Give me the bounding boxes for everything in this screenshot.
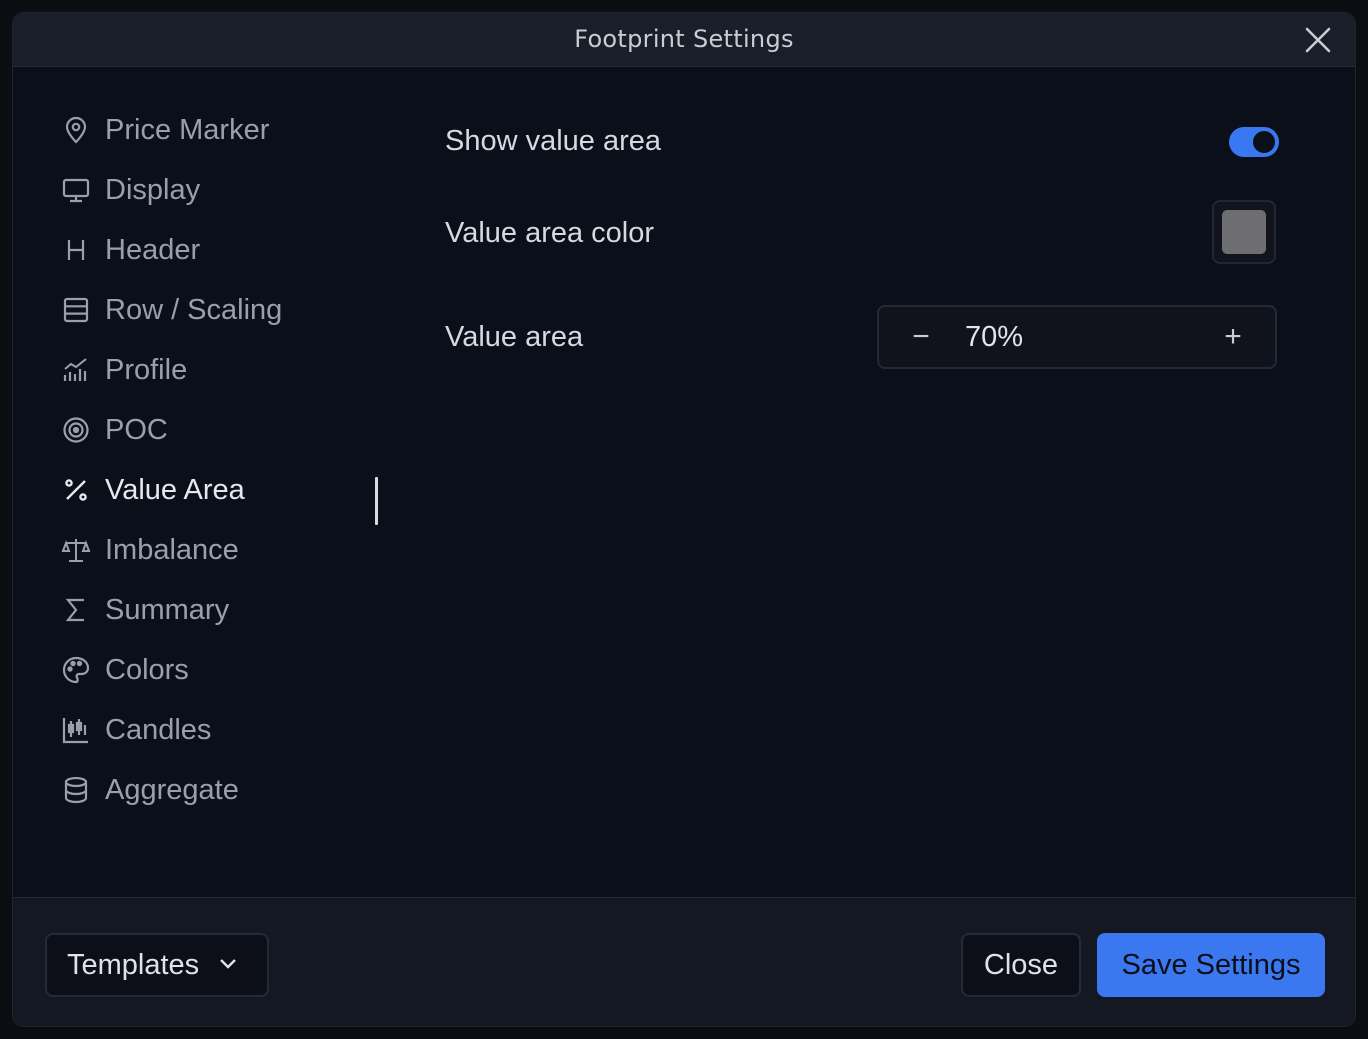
sidebar-item-label: POC (105, 413, 168, 446)
sidebar-item-label: Profile (105, 353, 188, 386)
sigma-icon (59, 593, 93, 627)
database-icon (59, 773, 93, 807)
sidebar-item-imbalance[interactable]: Imbalance (59, 527, 379, 573)
sidebar-item-label: Colors (105, 653, 189, 686)
show-value-area-toggle[interactable] (1229, 127, 1279, 157)
sidebar-item-value-area[interactable]: Value Area (59, 467, 379, 513)
percent-icon (59, 473, 93, 507)
templates-dropdown[interactable]: Templates (45, 933, 269, 997)
sidebar-item-display[interactable]: Display (59, 167, 379, 213)
settings-sidebar: Price Marker Display Header Row / Scalin… (13, 67, 393, 897)
footprint-settings-dialog: Footprint Settings Price Marker Display … (12, 12, 1356, 1027)
templates-label: Templates (67, 948, 200, 981)
sidebar-item-aggregate[interactable]: Aggregate (59, 767, 379, 813)
show-value-area-label: Show value area (445, 125, 662, 157)
color-swatch-fill (1222, 210, 1266, 254)
heading-icon (59, 233, 93, 267)
sidebar-item-label: Imbalance (105, 533, 239, 566)
value-area-input[interactable]: 70% (965, 321, 1023, 354)
sidebar-item-label: Header (105, 233, 201, 266)
scale-icon (59, 533, 93, 567)
dialog-footer: Templates Close Save Settings (13, 897, 1355, 1026)
toggle-knob (1253, 131, 1275, 153)
close-button[interactable]: Close (961, 933, 1081, 997)
value-area-stepper: − 70% + (877, 305, 1277, 369)
palette-icon (59, 653, 93, 687)
value-area-label: Value area (445, 321, 584, 353)
decrement-button[interactable]: − (899, 317, 943, 357)
sidebar-item-poc[interactable]: POC (59, 407, 379, 453)
sidebar-item-price-marker[interactable]: Price Marker (59, 107, 379, 153)
chevron-down-icon (217, 949, 239, 982)
value-area-color-label: Value area color (445, 217, 655, 249)
sidebar-item-row-scaling[interactable]: Row / Scaling (59, 287, 379, 333)
active-item-indicator (375, 477, 378, 525)
sidebar-item-summary[interactable]: Summary (59, 587, 379, 633)
sidebar-item-label: Value Area (105, 473, 245, 506)
candles-icon (59, 713, 93, 747)
sidebar-item-label: Display (105, 173, 201, 206)
sidebar-item-profile[interactable]: Profile (59, 347, 379, 393)
dialog-title: Footprint Settings (574, 25, 794, 53)
sidebar-item-label: Candles (105, 713, 212, 746)
sidebar-item-header[interactable]: Header (59, 227, 379, 273)
monitor-icon (59, 173, 93, 207)
dialog-titlebar: Footprint Settings (13, 13, 1355, 67)
save-settings-button[interactable]: Save Settings (1097, 933, 1325, 997)
close-icon[interactable] (1301, 23, 1335, 57)
value-area-color-picker[interactable] (1212, 200, 1276, 264)
sidebar-item-candles[interactable]: Candles (59, 707, 379, 753)
chart-bars-icon (59, 353, 93, 387)
target-icon (59, 413, 93, 447)
sidebar-item-label: Row / Scaling (105, 293, 283, 326)
sidebar-item-label: Price Marker (105, 113, 270, 146)
sidebar-item-label: Aggregate (105, 773, 239, 806)
increment-button[interactable]: + (1211, 317, 1255, 357)
rows-icon (59, 293, 93, 327)
settings-content: Show value area Value area color Value a… (445, 67, 1355, 897)
sidebar-item-colors[interactable]: Colors (59, 647, 379, 693)
sidebar-item-label: Summary (105, 593, 230, 626)
map-pin-icon (59, 113, 93, 147)
